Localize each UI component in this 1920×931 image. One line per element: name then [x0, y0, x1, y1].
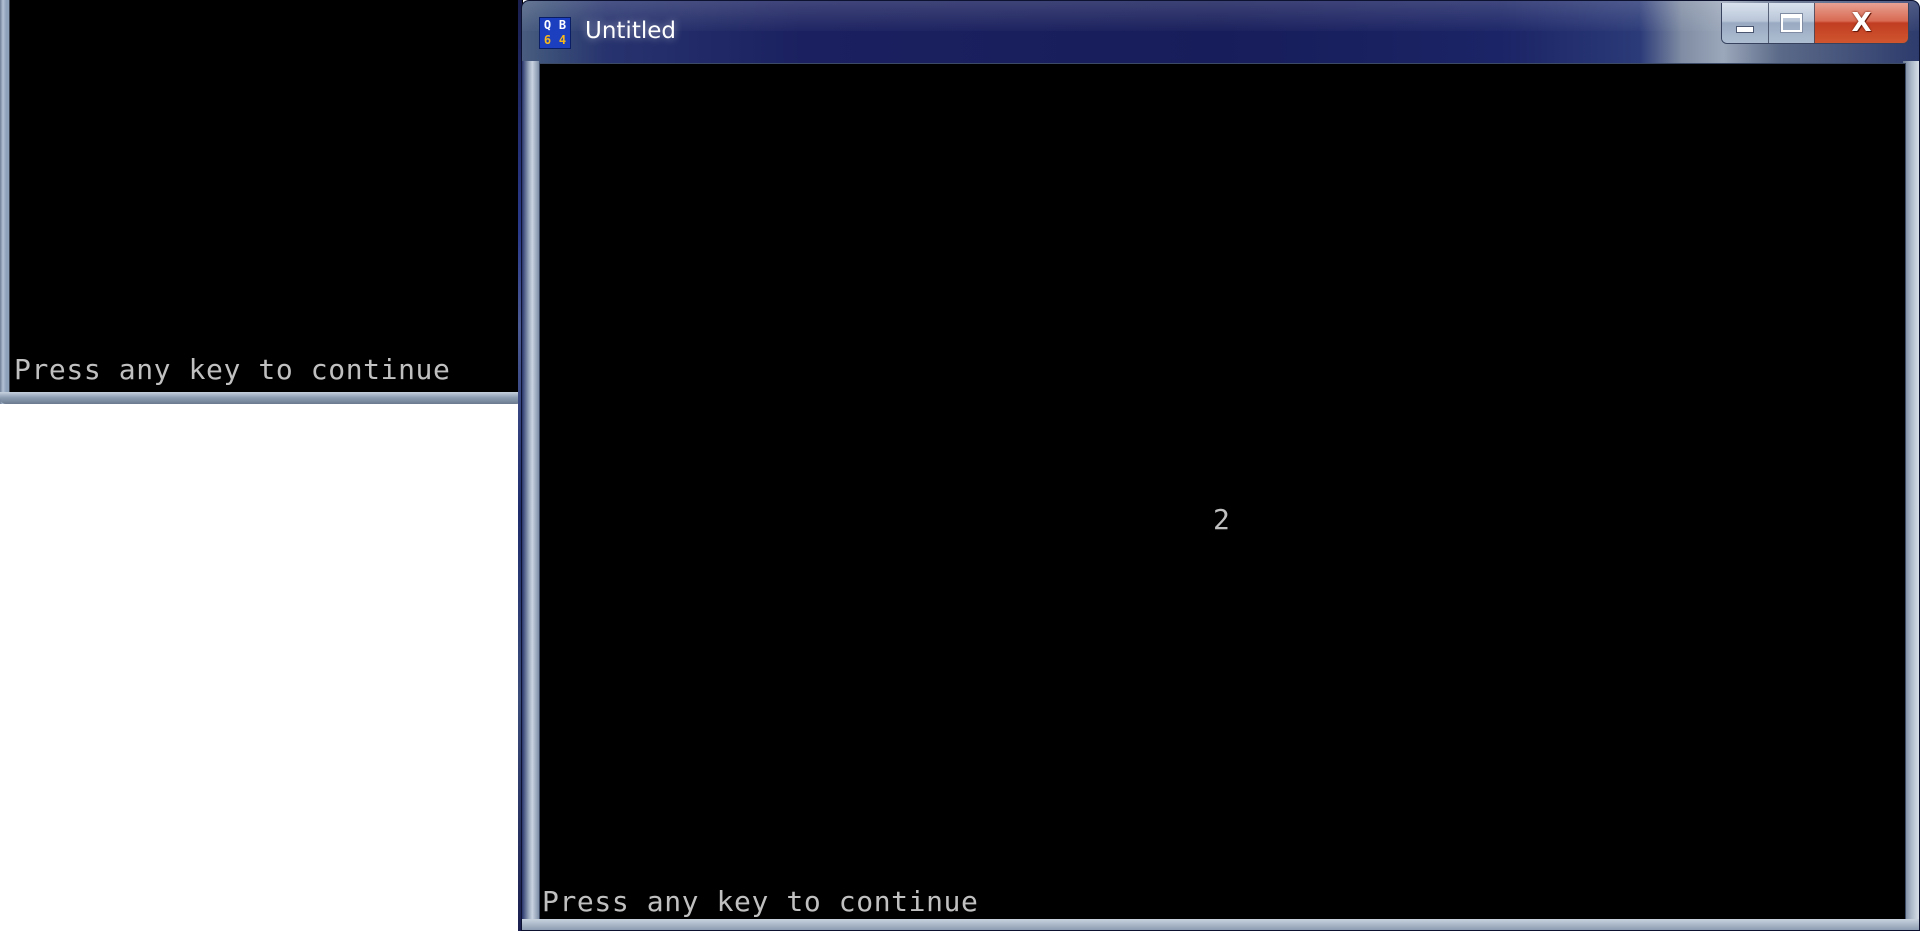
maximize-button[interactable] [1768, 3, 1814, 43]
background-console-client-area[interactable]: Press any key to continue [9, 0, 523, 392]
background-console-continue-prompt: Press any key to continue [14, 353, 451, 386]
window-title: Untitled [585, 18, 676, 44]
console-client-area[interactable]: 2 Press any key to continue [539, 63, 1906, 921]
window-left-border [522, 61, 539, 930]
maximize-icon [1780, 13, 1803, 33]
console-window[interactable]: Q B 6 4 Untitled X 2 Press any key to co… [521, 0, 1920, 931]
icon-letter-4: 4 [558, 33, 567, 47]
background-window-bottom-border [0, 392, 522, 404]
close-button[interactable]: X [1814, 3, 1908, 43]
icon-letter-b: B [558, 18, 567, 32]
close-icon: X [1851, 8, 1872, 38]
background-console-window[interactable]: Press any key to continue [0, 0, 523, 404]
icon-letter-q: Q [543, 18, 552, 32]
title-bar-glass [522, 1, 1919, 31]
minimize-icon [1736, 25, 1754, 33]
minimize-button[interactable] [1722, 3, 1768, 43]
title-bar[interactable]: Q B 6 4 Untitled X [522, 1, 1919, 61]
qb64-app-icon[interactable]: Q B 6 4 [539, 17, 571, 49]
caption-buttons: X [1721, 3, 1909, 44]
console-continue-prompt: Press any key to continue [542, 885, 979, 918]
window-bottom-border [522, 919, 1919, 930]
console-printed-value: 2 [1213, 503, 1231, 536]
icon-letter-6: 6 [543, 33, 552, 47]
